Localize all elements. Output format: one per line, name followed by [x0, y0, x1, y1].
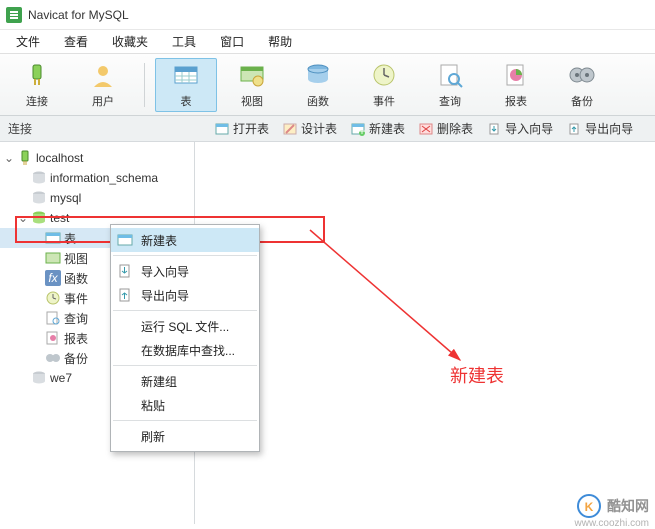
sub-delete-table[interactable]: 删除表 — [419, 120, 473, 137]
svg-text:K: K — [585, 500, 594, 514]
function-icon — [304, 61, 332, 89]
export-icon — [567, 122, 581, 136]
titlebar: Navicat for MySQL — [0, 0, 655, 30]
view-icon — [45, 250, 61, 266]
svg-text:+: + — [359, 124, 366, 136]
toolbar-query[interactable]: 查询 — [419, 58, 481, 112]
user-icon — [89, 61, 117, 89]
watermark: K 酷知网 www.coozhi.com — [577, 494, 649, 518]
sub-import[interactable]: 导入向导 — [487, 120, 553, 137]
clock-icon — [45, 290, 61, 306]
app-logo-icon — [6, 7, 22, 23]
menu-separator — [113, 365, 257, 366]
content-pane — [195, 142, 655, 524]
ctx-new-group[interactable]: 新建组 — [111, 369, 259, 393]
menu-help[interactable]: 帮助 — [256, 31, 304, 52]
table-small-icon — [215, 122, 229, 136]
toolbar: 连接 用户 表 视图 函数 事件 查询 报表 备份 — [0, 54, 655, 116]
watermark-logo-icon: K — [577, 494, 601, 518]
toolbar-table[interactable]: 表 — [155, 58, 217, 112]
menu-separator — [113, 420, 257, 421]
new-table-icon — [117, 232, 133, 248]
backup-icon — [45, 350, 61, 366]
collapse-icon[interactable]: ⌄ — [18, 213, 28, 223]
main-area: ⌄ localhost ·information_schema ·mysql ⌄… — [0, 142, 655, 524]
import-icon — [117, 263, 133, 279]
server-icon — [17, 150, 33, 166]
menu-tools[interactable]: 工具 — [160, 31, 208, 52]
ctx-import[interactable]: 导入向导 — [111, 259, 259, 283]
toolbar-backup[interactable]: 备份 — [551, 58, 613, 112]
toolbar-separator — [144, 63, 145, 107]
toolbar-view[interactable]: 视图 — [221, 58, 283, 112]
window-title: Navicat for MySQL — [28, 8, 129, 22]
fx-icon: fx — [45, 270, 61, 286]
toolbar-event[interactable]: 事件 — [353, 58, 415, 112]
table-icon — [172, 61, 200, 89]
database-open-icon — [31, 210, 47, 226]
toolbar-function[interactable]: 函数 — [287, 58, 349, 112]
toolbar-connection[interactable]: 连接 — [6, 58, 68, 112]
sub-export[interactable]: 导出向导 — [567, 120, 633, 137]
context-menu: 新建表 导入向导 导出向导 运行 SQL 文件... 在数据库中查找... 新建… — [110, 224, 260, 452]
tree-db-info[interactable]: ·information_schema — [0, 168, 194, 188]
sub-new-table[interactable]: +新建表 — [351, 120, 405, 137]
view-icon — [238, 61, 266, 89]
new-table-icon: + — [351, 122, 365, 136]
menu-window[interactable]: 窗口 — [208, 31, 256, 52]
report-icon — [502, 61, 530, 89]
toolbar-report[interactable]: 报表 — [485, 58, 547, 112]
query-icon — [436, 61, 464, 89]
delete-table-icon — [419, 122, 433, 136]
menu-favorites[interactable]: 收藏夹 — [100, 31, 160, 52]
menu-file[interactable]: 文件 — [4, 31, 52, 52]
svg-text:fx: fx — [48, 271, 58, 285]
ctx-run-sql[interactable]: 运行 SQL 文件... — [111, 314, 259, 338]
tree-db-mysql[interactable]: ·mysql — [0, 188, 194, 208]
menu-separator — [113, 255, 257, 256]
ctx-new-table[interactable]: 新建表 — [111, 228, 259, 252]
ctx-find-in-db[interactable]: 在数据库中查找... — [111, 338, 259, 362]
import-icon — [487, 122, 501, 136]
table-icon — [45, 230, 61, 246]
export-icon — [117, 287, 133, 303]
tree-host[interactable]: ⌄ localhost — [0, 148, 194, 168]
toolbar-user[interactable]: 用户 — [72, 58, 134, 112]
plug-icon — [23, 61, 51, 89]
annotation-label: 新建表 — [450, 362, 504, 388]
sub-open-table[interactable]: 打开表 — [215, 120, 269, 137]
database-icon — [31, 370, 47, 386]
design-icon — [283, 122, 297, 136]
database-icon — [31, 190, 47, 206]
report-icon — [45, 330, 61, 346]
ctx-export[interactable]: 导出向导 — [111, 283, 259, 307]
database-icon — [31, 170, 47, 186]
query-icon — [45, 310, 61, 326]
clock-icon — [370, 61, 398, 89]
collapse-icon[interactable]: ⌄ — [4, 153, 14, 163]
menubar: 文件 查看 收藏夹 工具 窗口 帮助 — [0, 30, 655, 54]
sub-toolbar: 连接 打开表 设计表 +新建表 删除表 导入向导 导出向导 — [0, 116, 655, 142]
connection-label: 连接 — [0, 120, 195, 137]
menu-view[interactable]: 查看 — [52, 31, 100, 52]
backup-icon — [568, 61, 596, 89]
ctx-paste[interactable]: 粘贴 — [111, 393, 259, 417]
ctx-refresh[interactable]: 刷新 — [111, 424, 259, 448]
sub-design-table[interactable]: 设计表 — [283, 120, 337, 137]
menu-separator — [113, 310, 257, 311]
